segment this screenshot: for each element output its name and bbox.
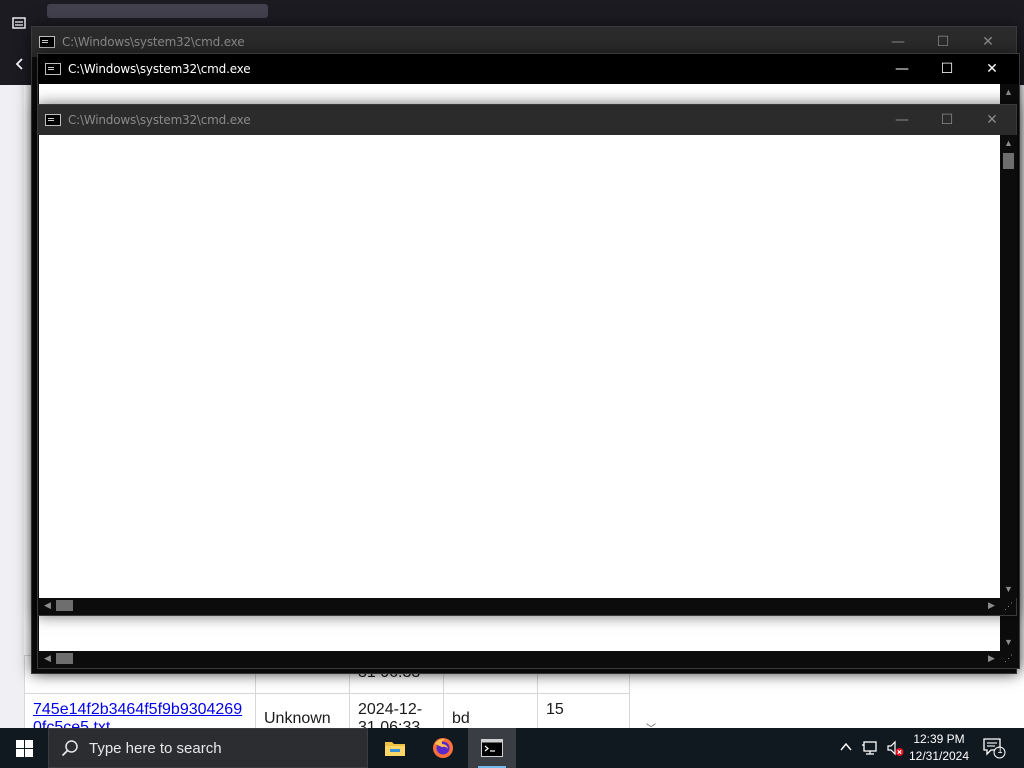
browser-tab[interactable]	[47, 4, 268, 18]
window-title: C:\Windows\system32\cmd.exe	[68, 113, 251, 127]
notification-count: 1	[997, 745, 1003, 755]
scroll-right-icon[interactable]: ▶	[983, 598, 1000, 613]
minimize-button[interactable]: —	[879, 105, 925, 135]
resize-grip-icon[interactable]: ⋰	[1001, 599, 1016, 614]
search-placeholder: Type here to search	[89, 739, 222, 757]
window-title: C:\Windows\system32\cmd.exe	[62, 35, 245, 49]
scroll-left-icon[interactable]: ◀	[39, 598, 56, 613]
title-bar[interactable]: C:\Windows\system32\cmd.exe — ☐ ✕	[38, 105, 1016, 135]
cmd-app-icon	[45, 114, 61, 126]
maximize-button[interactable]: ☐	[924, 54, 970, 84]
scroll-up-icon[interactable]: ▲	[1000, 135, 1017, 152]
clock[interactable]: 12:39 PM 12/31/2024	[906, 731, 972, 765]
cmd-app-icon	[39, 36, 55, 48]
scroll-down-icon[interactable]: ▼	[1000, 634, 1017, 651]
taskbar-firefox[interactable]	[419, 728, 467, 768]
folder-icon	[385, 742, 405, 756]
vertical-scrollbar[interactable]: ▲ ▼	[1000, 135, 1017, 598]
cmd-app-icon	[45, 63, 61, 75]
page-gutter	[0, 85, 24, 728]
firefox-icon	[433, 738, 453, 758]
scroll-thumb[interactable]	[1003, 153, 1014, 169]
tab-list-icon[interactable]	[10, 14, 28, 32]
notification-center-icon[interactable]: 1	[982, 737, 1006, 759]
console-area[interactable]	[39, 135, 1000, 598]
taskbar-search-box[interactable]: Type here to search	[48, 728, 368, 768]
scroll-left-icon[interactable]: ◀	[39, 651, 56, 666]
windows-logo-icon	[15, 739, 33, 757]
horizontal-scrollbar[interactable]: ◀ ▶	[39, 598, 1000, 613]
cmd-window-front[interactable]: C:\Windows\system32\cmd.exe — ☐ ✕ ▲ ▼ ◀ …	[37, 104, 1017, 616]
scroll-thumb[interactable]	[56, 600, 73, 611]
taskbar-file-explorer[interactable]	[371, 728, 419, 768]
page-blank-area	[664, 670, 1024, 728]
taskbar: Type here to search 12:39 PM 12/31/2024 …	[0, 728, 1024, 768]
cmd-icon	[481, 739, 503, 757]
maximize-button[interactable]: ☐	[924, 105, 970, 135]
scroll-down-icon[interactable]: ▼	[1000, 581, 1017, 598]
minimize-button[interactable]: —	[879, 54, 925, 84]
chevron-up-icon[interactable]	[838, 739, 854, 755]
start-button[interactable]	[0, 728, 48, 768]
volume-muted-icon[interactable]	[886, 739, 904, 757]
title-bar[interactable]: C:\Windows\system32\cmd.exe — ☐ ✕	[38, 54, 1019, 84]
clock-date: 12/31/2024	[908, 749, 970, 763]
scroll-up-icon[interactable]: ▲	[1000, 84, 1017, 101]
window-title: C:\Windows\system32\cmd.exe	[68, 62, 251, 76]
horizontal-scrollbar[interactable]: ◀ ▶	[39, 651, 1000, 666]
search-icon	[61, 740, 78, 757]
scroll-thumb[interactable]	[56, 653, 73, 664]
close-button[interactable]: ✕	[969, 54, 1015, 84]
back-icon[interactable]	[12, 56, 28, 72]
taskbar-command-prompt[interactable]	[468, 728, 516, 768]
network-icon[interactable]	[862, 739, 880, 757]
close-button[interactable]: ✕	[969, 105, 1015, 135]
scroll-right-icon[interactable]: ▶	[983, 651, 1000, 666]
resize-grip-icon[interactable]: ⋰	[1001, 651, 1016, 666]
clock-time: 12:39 PM	[913, 732, 965, 746]
